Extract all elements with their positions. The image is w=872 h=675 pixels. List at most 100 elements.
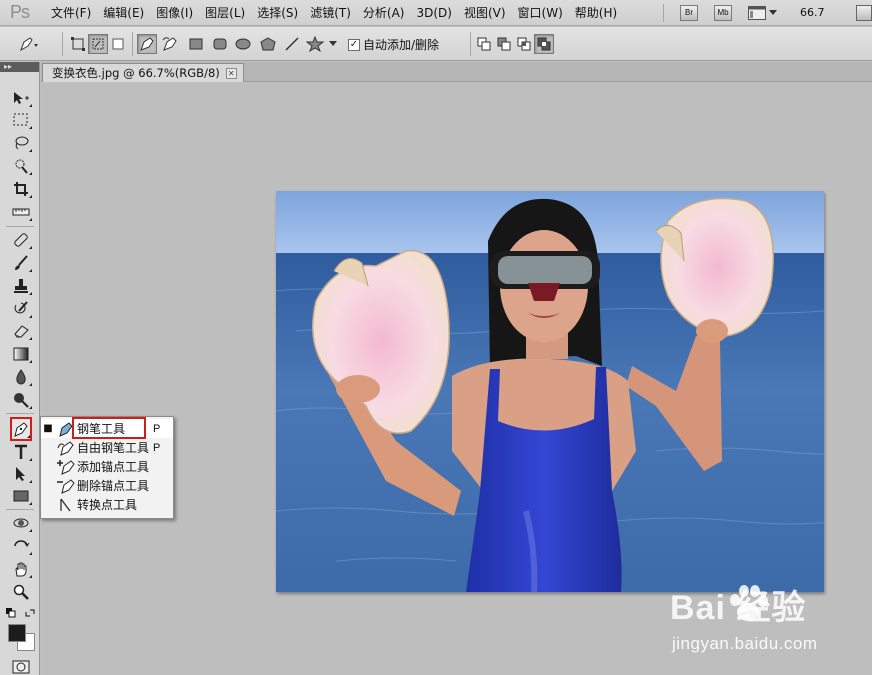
menu-analysis[interactable]: 分析(A) bbox=[357, 0, 411, 26]
history-brush-tool[interactable] bbox=[10, 299, 32, 319]
freeform-pen-option[interactable] bbox=[160, 34, 180, 54]
auto-add-delete-label: 自动添加/删除 bbox=[363, 38, 440, 52]
stamp-icon bbox=[14, 279, 28, 293]
line-tool-option[interactable] bbox=[282, 34, 302, 54]
marquee-icon bbox=[13, 113, 28, 126]
menu-help[interactable]: 帮助(H) bbox=[569, 0, 623, 26]
rectangle-icon bbox=[189, 38, 203, 50]
auto-add-delete-checkbox[interactable]: ✓ bbox=[348, 38, 360, 51]
default-colors-icon bbox=[6, 608, 16, 618]
document-image[interactable] bbox=[276, 191, 824, 592]
pen-icon bbox=[20, 37, 38, 52]
flyout-item-label: 自由钢笔工具 bbox=[77, 441, 150, 455]
flyout-item-add-anchor[interactable]: 添加锚点工具 bbox=[41, 457, 173, 476]
pen-tool-option[interactable] bbox=[137, 34, 157, 54]
menu-layer[interactable]: 图层(L) bbox=[199, 0, 251, 26]
bridge-button[interactable]: Br bbox=[680, 5, 698, 21]
blur-tool[interactable] bbox=[10, 367, 32, 387]
custom-shape-option[interactable] bbox=[305, 34, 325, 54]
brush-tool[interactable] bbox=[10, 253, 32, 273]
tool-preset-picker[interactable] bbox=[18, 34, 38, 54]
auto-add-delete-option[interactable]: ✓ 自动添加/删除 bbox=[348, 36, 439, 53]
eyedropper-tool[interactable] bbox=[10, 202, 32, 222]
path-combine-add[interactable] bbox=[474, 34, 494, 54]
dodge-tool[interactable] bbox=[10, 390, 32, 410]
path-combine-subtract[interactable] bbox=[494, 34, 514, 54]
ellipse-tool-option[interactable] bbox=[233, 34, 253, 54]
rounded-rectangle-option[interactable] bbox=[210, 34, 230, 54]
menu-select[interactable]: 选择(S) bbox=[251, 0, 304, 26]
path-selection-icon bbox=[16, 467, 25, 481]
arrange-documents-button[interactable] bbox=[856, 5, 872, 21]
brush-icon bbox=[15, 255, 28, 270]
zoom-level[interactable]: 66.7 bbox=[800, 0, 825, 26]
watermark-url: jingyan.baidu.com bbox=[672, 634, 818, 653]
close-icon[interactable]: ✕ bbox=[225, 67, 237, 79]
rectangle-icon bbox=[13, 490, 29, 502]
3d-rotate-tool[interactable] bbox=[10, 513, 32, 533]
document-tab[interactable]: 变换衣色.jpg @ 66.7%(RGB/8) ✕ bbox=[42, 63, 244, 82]
quick-mask-button[interactable] bbox=[12, 660, 30, 674]
tools-panel-header[interactable]: ▸▸ bbox=[0, 62, 39, 72]
flyout-item-freeform-pen[interactable]: 自由钢笔工具 P bbox=[41, 438, 173, 457]
clone-stamp-tool[interactable] bbox=[10, 276, 32, 296]
hand-tool[interactable] bbox=[10, 559, 32, 579]
screen-mode-button[interactable] bbox=[748, 6, 777, 20]
path-combine-intersect[interactable] bbox=[514, 34, 534, 54]
exclude-shape-icon bbox=[537, 37, 551, 51]
move-tool[interactable] bbox=[10, 88, 32, 108]
rounded-rectangle-icon bbox=[213, 38, 227, 50]
toolbar-divider bbox=[6, 226, 34, 227]
menu-edit[interactable]: 编辑(E) bbox=[97, 0, 150, 26]
flyout-item-label: 转换点工具 bbox=[77, 498, 138, 512]
fill-pixels-mode[interactable] bbox=[108, 34, 128, 54]
beach-photo bbox=[276, 191, 824, 592]
swap-arrows-icon bbox=[25, 609, 35, 617]
zoom-tool[interactable] bbox=[10, 582, 32, 602]
menu-3d[interactable]: 3D(D) bbox=[410, 0, 457, 26]
menu-image[interactable]: 图像(I) bbox=[150, 0, 199, 26]
gradient-icon bbox=[13, 347, 29, 361]
geometry-options-dropdown[interactable] bbox=[327, 34, 339, 54]
paths-mode[interactable] bbox=[88, 34, 108, 54]
menu-file[interactable]: 文件(F) bbox=[45, 0, 97, 26]
foreground-color-swatch[interactable] bbox=[8, 624, 26, 642]
type-tool[interactable] bbox=[10, 442, 32, 462]
menu-window[interactable]: 窗口(W) bbox=[512, 0, 569, 26]
chevron-down-icon bbox=[329, 41, 337, 46]
swap-colors-button[interactable] bbox=[25, 607, 35, 617]
lasso-tool[interactable] bbox=[10, 133, 32, 153]
mini-bridge-button[interactable]: Mb bbox=[714, 5, 732, 21]
menu-filter[interactable]: 滤镜(T) bbox=[304, 0, 357, 26]
shape-layers-mode[interactable] bbox=[68, 34, 88, 54]
history-brush-icon bbox=[14, 301, 28, 314]
flyout-item-delete-anchor[interactable]: 删除锚点工具 bbox=[41, 476, 173, 495]
dodge-icon bbox=[14, 393, 29, 408]
pen-tool-flyout: ■ 钢笔工具 P 自由钢笔工具 P 添加锚点工具 删除锚点工具 转换点工具 bbox=[40, 416, 174, 519]
marquee-tool[interactable] bbox=[10, 110, 32, 130]
crop-tool[interactable] bbox=[10, 179, 32, 199]
convert-point-icon bbox=[60, 498, 71, 511]
path-combine-exclude[interactable] bbox=[534, 34, 554, 54]
polygon-tool-option[interactable] bbox=[258, 34, 278, 54]
freeform-pen-icon bbox=[57, 440, 74, 456]
rectangle-tool-option[interactable] bbox=[186, 34, 206, 54]
pen-tool[interactable] bbox=[10, 417, 32, 441]
main-menu: 文件(F) 编辑(E) 图像(I) 图层(L) 选择(S) 滤镜(T) 分析(A… bbox=[45, 0, 623, 26]
eraser-tool[interactable] bbox=[10, 321, 32, 341]
eraser-icon bbox=[14, 325, 29, 338]
3d-orbit-tool[interactable] bbox=[10, 536, 32, 556]
quick-selection-tool[interactable] bbox=[10, 156, 32, 176]
path-selection-tool[interactable] bbox=[10, 464, 32, 484]
pen-icon bbox=[140, 37, 154, 51]
options-bar: ✓ 自动添加/删除 bbox=[0, 27, 872, 61]
subtract-shape-icon bbox=[497, 37, 511, 51]
flyout-item-convert-point[interactable]: 转换点工具 bbox=[41, 495, 173, 514]
healing-brush-tool[interactable] bbox=[10, 230, 32, 250]
gradient-tool[interactable] bbox=[10, 344, 32, 364]
shape-tool[interactable] bbox=[10, 486, 32, 506]
options-separator bbox=[470, 32, 471, 56]
water-drop-icon bbox=[16, 369, 26, 385]
default-colors-button[interactable] bbox=[6, 607, 16, 618]
menu-view[interactable]: 视图(V) bbox=[458, 0, 512, 26]
